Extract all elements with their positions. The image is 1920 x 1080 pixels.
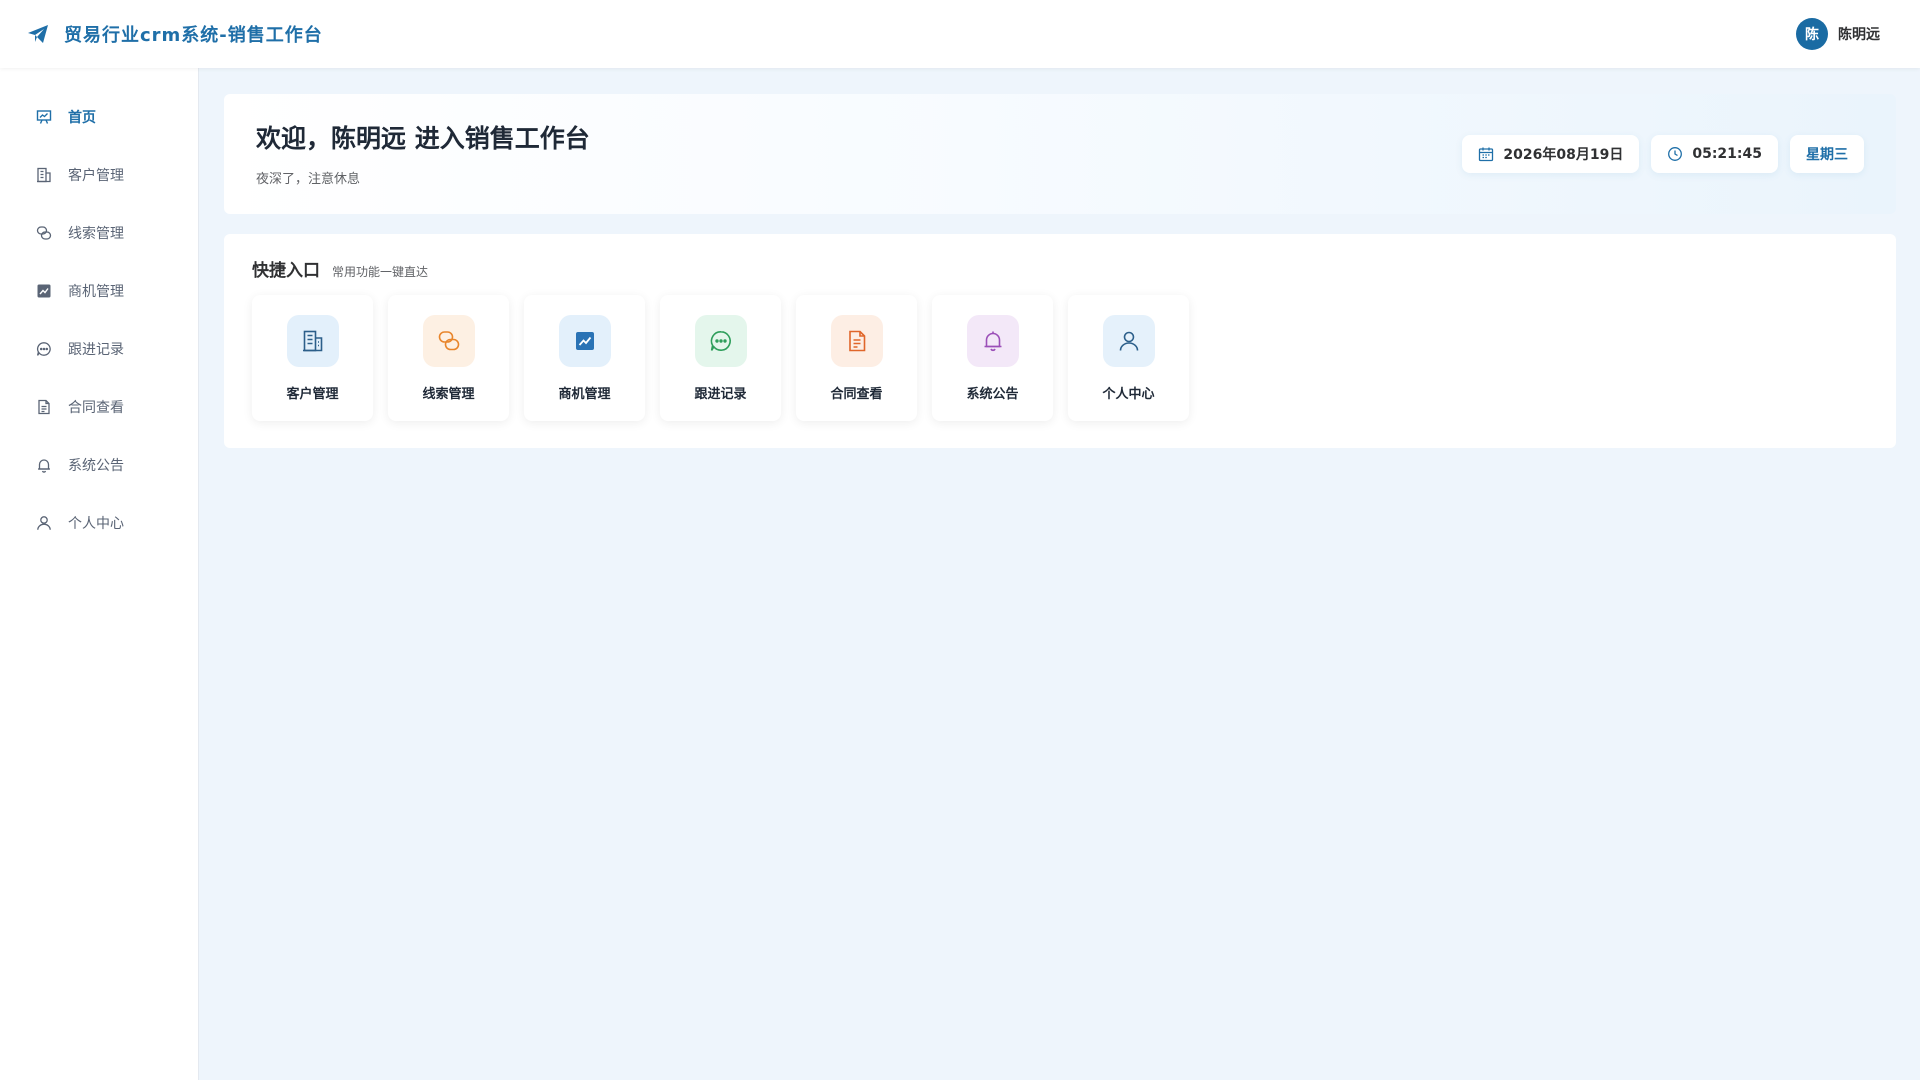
calendar-icon	[1478, 146, 1494, 162]
paper-plane-icon	[26, 22, 50, 46]
quick-tile-opportunities[interactable]: 商机管理	[524, 295, 645, 421]
comment-dots-icon	[36, 341, 52, 357]
top-header: 贸易行业crm系统-销售工作台 陈 陈明远	[0, 0, 1920, 68]
document-icon	[848, 330, 865, 352]
sidebar: 首页 客户管理 线索管理 商机管理 跟进记录 合同查看 系统公告 个人中心	[0, 68, 199, 1080]
sidebar-item-announcements[interactable]: 系统公告	[0, 436, 198, 494]
chat-bubbles-icon	[438, 331, 459, 351]
sidebar-item-label: 系统公告	[68, 458, 124, 474]
tile-label: 合同查看	[830, 387, 883, 402]
bell-icon	[984, 331, 1001, 352]
sidebar-item-label: 合同查看	[68, 400, 124, 416]
sidebar-item-customers[interactable]: 客户管理	[0, 146, 198, 204]
quick-tile-followups[interactable]: 跟进记录	[660, 295, 781, 421]
quick-tile-leads[interactable]: 线索管理	[388, 295, 509, 421]
tile-label: 客户管理	[286, 387, 339, 402]
document-icon	[36, 399, 52, 415]
quick-tile-announcements[interactable]: 系统公告	[932, 295, 1053, 421]
weekday-badge: 星期三	[1790, 135, 1864, 173]
sidebar-item-leads[interactable]: 线索管理	[0, 204, 198, 262]
tile-icon-bg	[422, 315, 475, 367]
tile-label: 线索管理	[422, 387, 475, 402]
building-icon	[36, 167, 52, 183]
user-menu[interactable]: 陈 陈明远	[1796, 18, 1880, 50]
time-badge: 05:21:45	[1651, 135, 1778, 173]
tile-label: 跟进记录	[694, 387, 747, 402]
tile-icon-bg	[1102, 315, 1155, 367]
tile-icon-bg	[286, 315, 339, 367]
presentation-board-icon	[36, 109, 52, 125]
sidebar-item-home[interactable]: 首页	[0, 88, 198, 146]
tile-icon-bg	[694, 315, 747, 367]
tile-label: 系统公告	[966, 387, 1019, 402]
chat-bubbles-icon	[36, 225, 52, 241]
date-text: 2026年08月19日	[1503, 147, 1624, 163]
date-badge: 2026年08月19日	[1462, 135, 1640, 173]
comment-dots-icon	[710, 330, 731, 351]
quick-entry-header: 快捷入口 常用功能一键直达	[252, 256, 1868, 281]
bell-icon	[36, 457, 52, 473]
tile-icon-bg	[830, 315, 883, 367]
tile-icon-bg	[966, 315, 1019, 367]
sidebar-item-label: 客户管理	[68, 168, 124, 184]
weekday-text: 星期三	[1806, 147, 1848, 163]
sidebar-item-contracts[interactable]: 合同查看	[0, 378, 198, 436]
tile-label: 个人中心	[1102, 387, 1155, 402]
trend-chart-icon	[575, 332, 594, 350]
sidebar-item-label: 跟进记录	[68, 342, 124, 358]
sidebar-item-label: 个人中心	[68, 516, 124, 532]
sidebar-item-label: 线索管理	[68, 226, 124, 242]
sidebar-item-opportunities[interactable]: 商机管理	[0, 262, 198, 320]
tile-label: 商机管理	[558, 387, 611, 402]
quick-entry-subtitle: 常用功能一键直达	[332, 265, 429, 279]
welcome-meta: 2026年08月19日 05:21:45 星期三	[1462, 135, 1864, 173]
app-title: 贸易行业crm系统-销售工作台	[64, 25, 323, 46]
quick-tile-profile[interactable]: 个人中心	[1068, 295, 1189, 421]
time-text: 05:21:45	[1692, 146, 1762, 162]
quick-entry-tiles: 客户管理 线索管理 商机管理 跟进记录 合同查看 系统公告 个人中心	[252, 295, 1868, 421]
user-icon	[36, 515, 52, 531]
user-name[interactable]: 陈明远	[1838, 24, 1880, 44]
quick-tile-customers[interactable]: 客户管理	[252, 295, 373, 421]
quick-entry-title: 快捷入口	[252, 261, 320, 281]
user-icon	[1119, 331, 1138, 351]
avatar[interactable]: 陈	[1796, 18, 1828, 50]
trend-chart-icon	[36, 283, 52, 299]
sidebar-item-label: 首页	[68, 110, 96, 126]
sidebar-item-profile[interactable]: 个人中心	[0, 494, 198, 552]
brand[interactable]: 贸易行业crm系统-销售工作台	[26, 21, 323, 47]
sidebar-item-label: 商机管理	[68, 284, 124, 300]
quick-tile-contracts[interactable]: 合同查看	[796, 295, 917, 421]
quick-entry-card: 快捷入口 常用功能一键直达 客户管理 线索管理 商机管理 跟进记录 合同查看 系…	[224, 234, 1896, 448]
clock-icon	[1667, 146, 1683, 162]
sidebar-item-followups[interactable]: 跟进记录	[0, 320, 198, 378]
building-icon	[302, 330, 322, 352]
welcome-card: 欢迎，陈明远 进入销售工作台 夜深了，注意休息 2026年08月19日 05:2…	[224, 94, 1896, 214]
tile-icon-bg	[558, 315, 611, 367]
